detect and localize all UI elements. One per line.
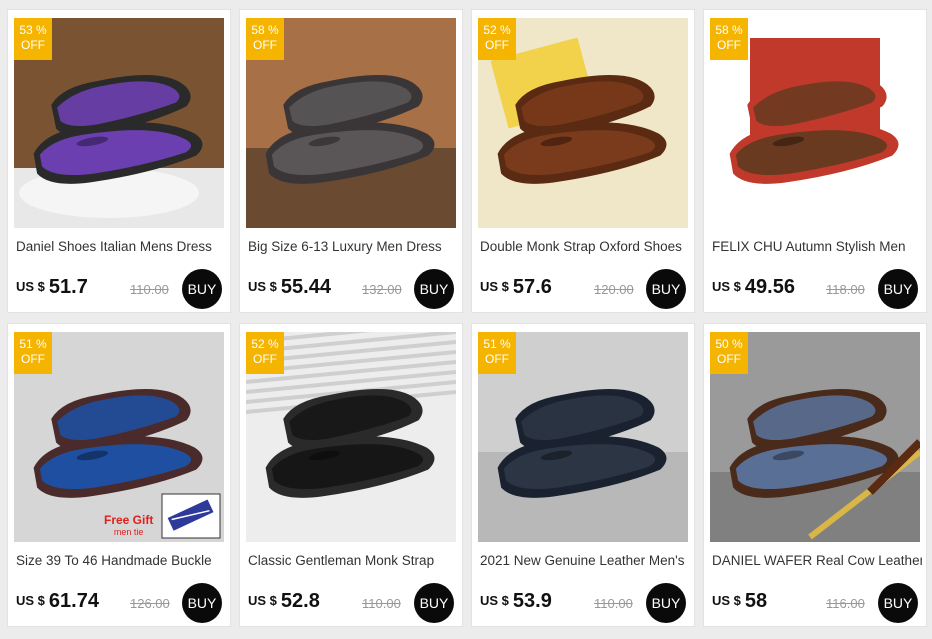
product-card[interactable]: 52 % OFF Double Monk Strap Oxford Shoes …: [471, 9, 695, 313]
product-title[interactable]: FELIX CHU Autumn Stylish Men: [712, 239, 922, 257]
discount-badge: 58 % OFF: [246, 18, 284, 60]
product-card[interactable]: 51 % OFF 2021 New Genuine Leather Men's …: [471, 323, 695, 627]
buy-button[interactable]: BUY: [414, 583, 454, 623]
product-price: US $58: [712, 590, 767, 614]
product-title[interactable]: 2021 New Genuine Leather Men's: [480, 553, 690, 571]
original-price: 118.00: [826, 282, 865, 297]
price-value: 57.6: [512, 276, 552, 298]
buy-button[interactable]: BUY: [878, 269, 918, 309]
product-card[interactable]: 52 % OFF Classic Gentleman Monk Strap US…: [239, 323, 463, 627]
original-price: 132.00: [362, 282, 402, 297]
price-value: 53.9: [512, 590, 552, 612]
discount-off-label: OFF: [21, 38, 45, 52]
product-card[interactable]: 50 % OFF DANIEL WAFER Real Cow Leather U…: [703, 323, 927, 627]
product-price: US $51.7: [16, 276, 88, 300]
buy-button[interactable]: BUY: [182, 269, 222, 309]
discount-badge: 52 % OFF: [478, 18, 516, 60]
discount-off-label: OFF: [485, 38, 509, 52]
discount-off-label: OFF: [21, 352, 45, 366]
product-price: US $55.44: [248, 276, 331, 300]
original-price: 120.00: [594, 282, 634, 297]
discount-off-label: OFF: [253, 38, 277, 52]
buy-button[interactable]: BUY: [878, 583, 918, 623]
discount-percent: 53 %: [19, 23, 47, 37]
product-price: US $52.8: [248, 590, 320, 614]
product-price: US $57.6: [480, 276, 552, 300]
original-price: 110.00: [130, 282, 169, 297]
discount-off-label: OFF: [485, 352, 509, 366]
discount-percent: 51 %: [19, 337, 47, 351]
price-value: 51.7: [48, 276, 88, 298]
currency-label: US $: [248, 593, 277, 608]
product-title[interactable]: Double Monk Strap Oxford Shoes: [480, 239, 690, 257]
buy-button[interactable]: BUY: [646, 583, 686, 623]
original-price: 110.00: [594, 596, 633, 611]
currency-label: US $: [248, 279, 277, 294]
price-value: 58: [744, 590, 768, 612]
price-value: 49.56: [744, 276, 795, 298]
discount-badge: 51 % OFF: [478, 332, 516, 374]
product-card[interactable]: 58 % OFF FELIX CHU Autumn Stylish Men US…: [703, 9, 927, 313]
discount-off-label: OFF: [717, 352, 741, 366]
currency-label: US $: [16, 279, 45, 294]
original-price: 116.00: [826, 596, 865, 611]
price-value: 52.8: [280, 590, 320, 612]
product-title[interactable]: DANIEL WAFER Real Cow Leather: [712, 553, 922, 571]
buy-button[interactable]: BUY: [414, 269, 454, 309]
discount-percent: 52 %: [251, 337, 279, 351]
currency-label: US $: [16, 593, 45, 608]
product-card[interactable]: Free Gift men tie 51 % OFF Size 39 To 46 …: [7, 323, 231, 627]
discount-percent: 51 %: [483, 337, 511, 351]
product-card[interactable]: 58 % OFF Big Size 6-13 Luxury Men Dress …: [239, 9, 463, 313]
product-card[interactable]: 53 % OFF Daniel Shoes Italian Mens Dress…: [7, 9, 231, 313]
buy-button[interactable]: BUY: [182, 583, 222, 623]
product-title[interactable]: Classic Gentleman Monk Strap: [248, 553, 458, 571]
currency-label: US $: [712, 593, 741, 608]
price-value: 61.74: [48, 590, 99, 612]
product-title[interactable]: Daniel Shoes Italian Mens Dress: [16, 239, 226, 257]
currency-label: US $: [712, 279, 741, 294]
discount-off-label: OFF: [717, 38, 741, 52]
discount-percent: 58 %: [715, 23, 743, 37]
discount-badge: 52 % OFF: [246, 332, 284, 374]
discount-off-label: OFF: [253, 352, 277, 366]
buy-button[interactable]: BUY: [646, 269, 686, 309]
discount-percent: 52 %: [483, 23, 511, 37]
discount-badge: 50 % OFF: [710, 332, 748, 374]
currency-label: US $: [480, 279, 509, 294]
product-title[interactable]: Big Size 6-13 Luxury Men Dress: [248, 239, 458, 257]
product-price: US $49.56: [712, 276, 795, 300]
currency-label: US $: [480, 593, 509, 608]
discount-badge: 58 % OFF: [710, 18, 748, 60]
discount-percent: 50 %: [715, 337, 743, 351]
product-price: US $53.9: [480, 590, 552, 614]
price-value: 55.44: [280, 276, 331, 298]
original-price: 110.00: [362, 596, 401, 611]
product-title[interactable]: Size 39 To 46 Handmade Buckle: [16, 553, 226, 571]
discount-percent: 58 %: [251, 23, 279, 37]
product-price: US $61.74: [16, 590, 99, 614]
original-price: 126.00: [130, 596, 170, 611]
discount-badge: 53 % OFF: [14, 18, 52, 60]
discount-badge: 51 % OFF: [14, 332, 52, 374]
free-gift-label: Free Gift men tie: [104, 513, 154, 537]
